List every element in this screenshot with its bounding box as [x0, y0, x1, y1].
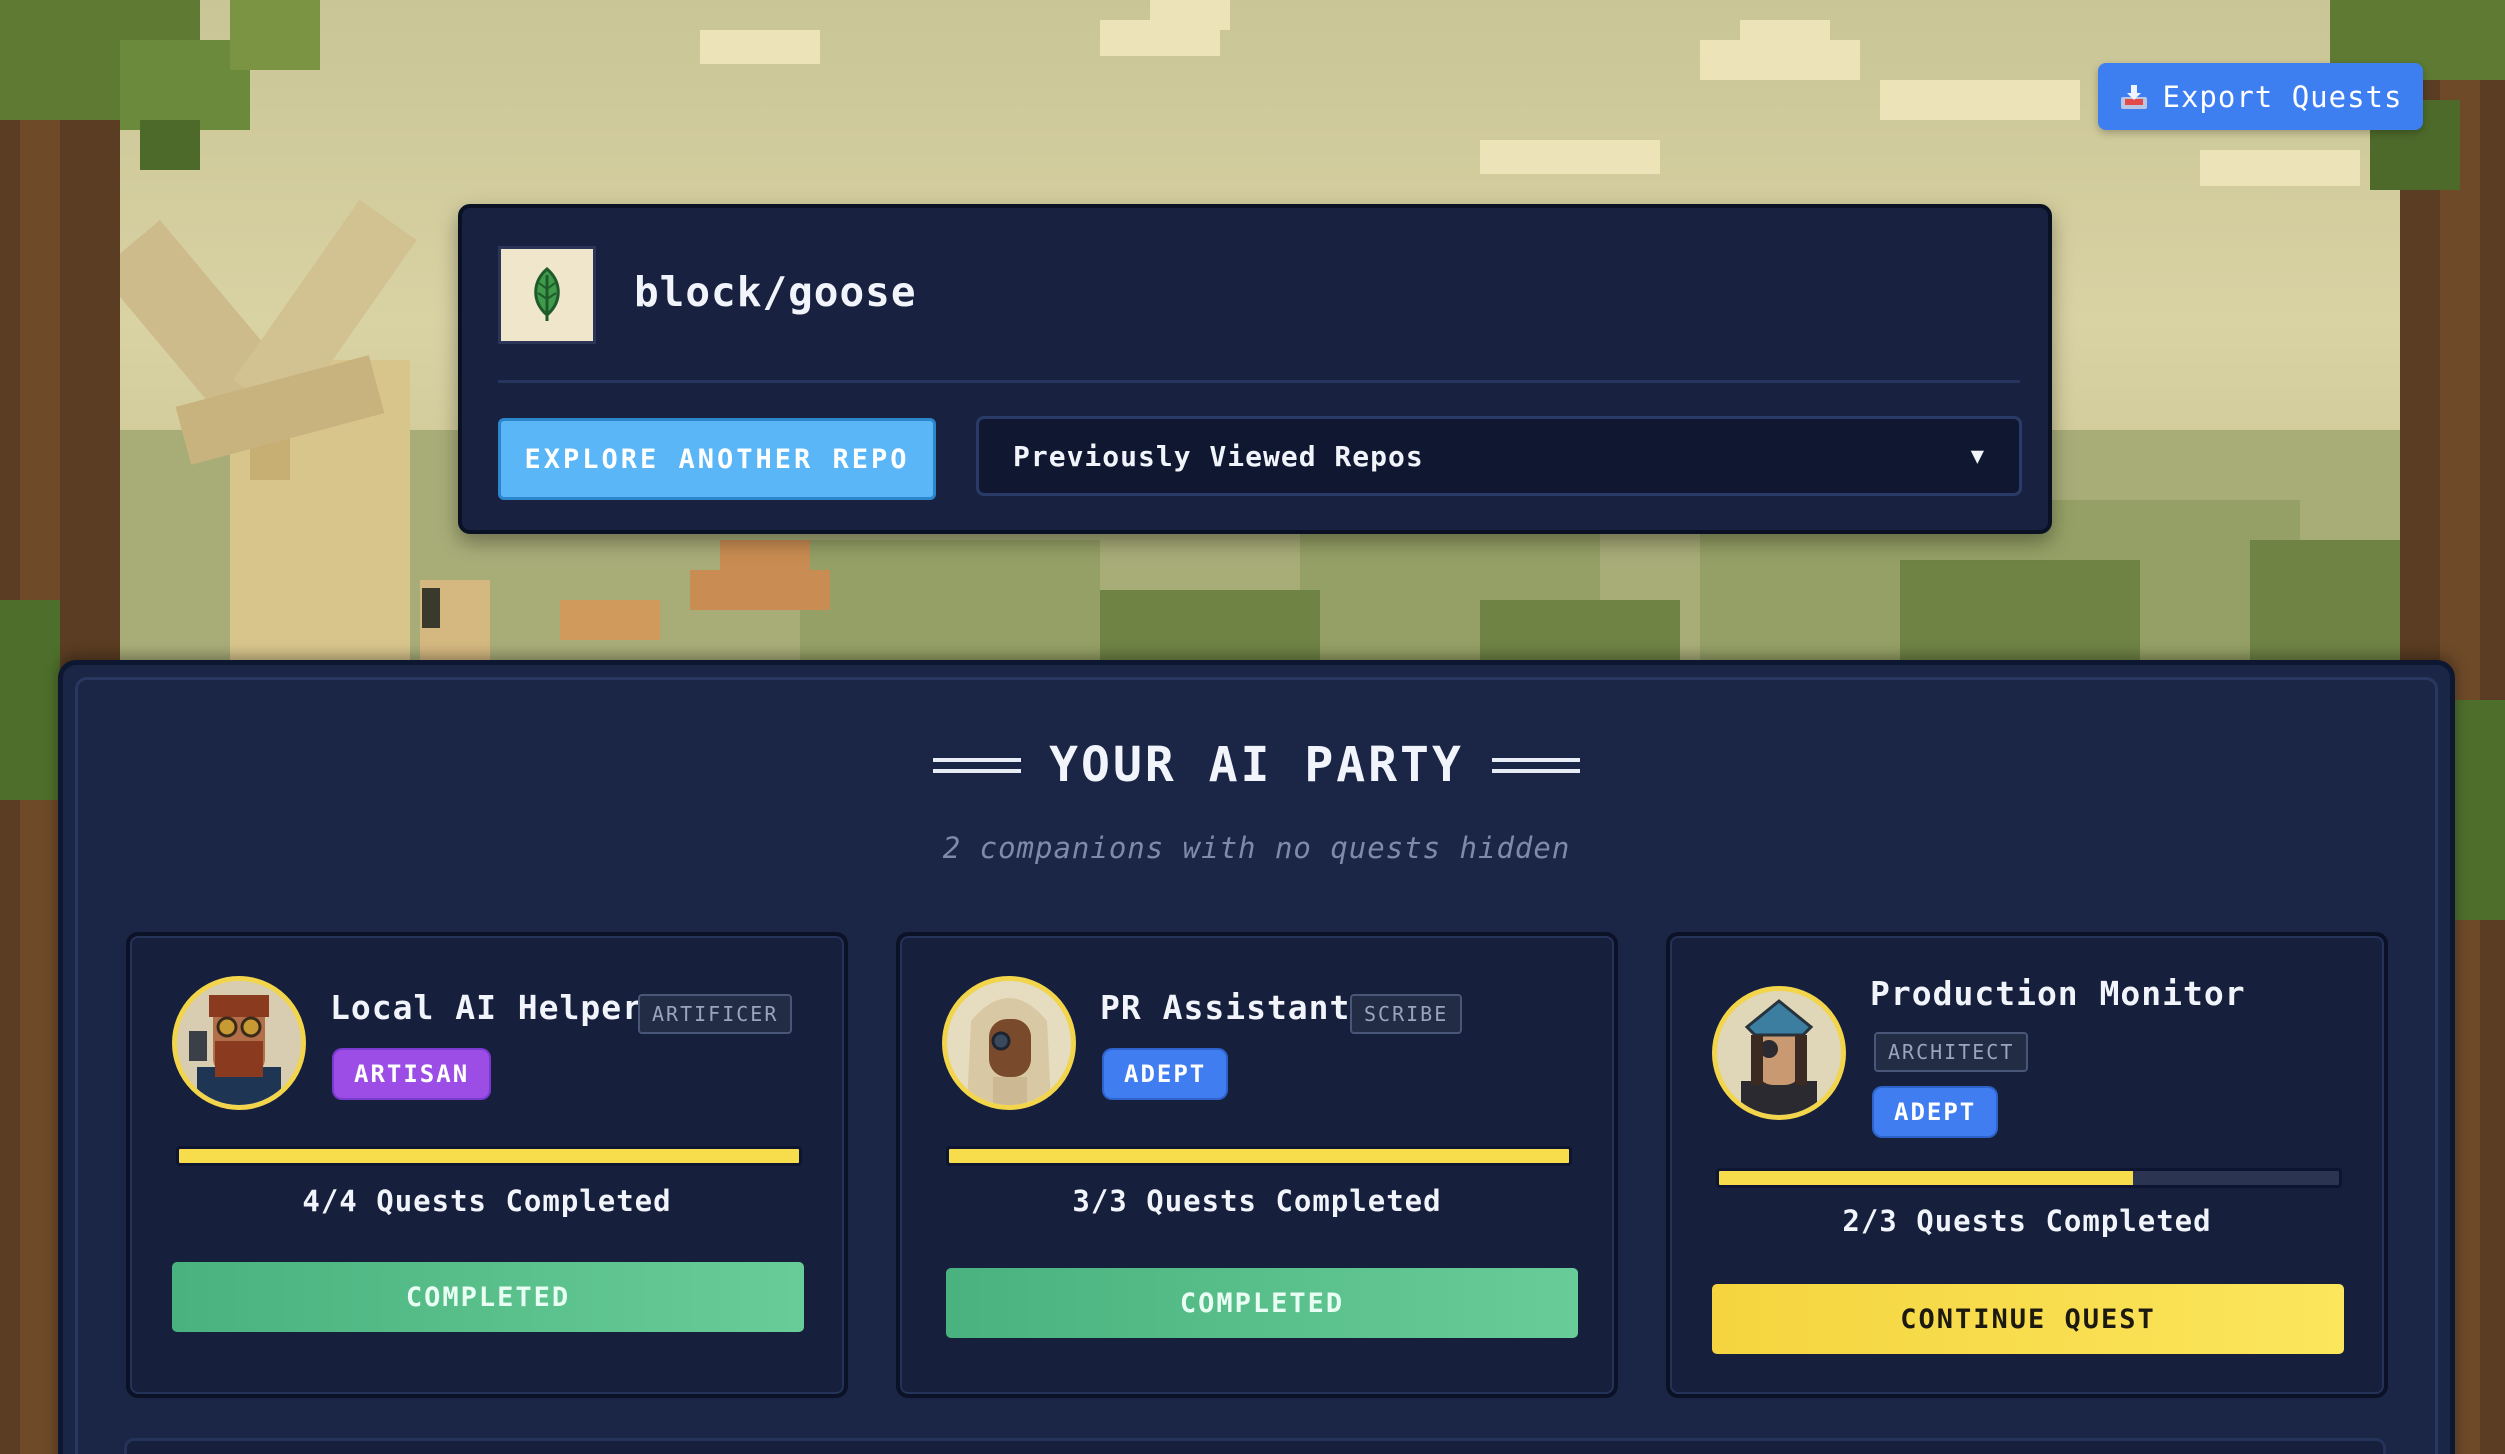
avatar [172, 976, 306, 1110]
quest-progress-bar [946, 1146, 1572, 1166]
next-section-edge [124, 1438, 2386, 1454]
companion-name: PR Assistant [1100, 988, 1351, 1027]
class-tag: SCRIBE [1350, 994, 1463, 1034]
quest-progress-fill [179, 1149, 799, 1163]
party-heading: YOUR AI PARTY [63, 737, 2450, 793]
repo-header-card: block/goose EXPLORE ANOTHER REPO Previou… [458, 204, 2052, 534]
companion-card: Local AI Helper ARTIFICER ARTISAN 4/4 Qu… [126, 932, 848, 1398]
rank-badge: ADEPT [1874, 1088, 1997, 1136]
quest-progress-bar [1716, 1168, 2342, 1188]
avatar [1712, 986, 1846, 1120]
leaf-icon [498, 246, 596, 344]
quest-progress-text: 4/4 Quests Completed [302, 1184, 672, 1218]
heading-decoration-left [933, 757, 1022, 773]
export-quests-label: Export Quests [2162, 79, 2403, 114]
chevron-down-icon: ▼ [1970, 443, 1985, 469]
inbox-tray-icon [2119, 83, 2149, 111]
companion-name: Production Monitor [1870, 974, 2246, 1013]
companion-card: Production Monitor ARCHITECT ADEPT 2/3 Q… [1666, 932, 2388, 1398]
quest-progress-bar [176, 1146, 802, 1166]
heading-decoration-right [1491, 757, 1580, 773]
export-quests-button[interactable]: Export Quests [2098, 63, 2423, 130]
rank-badge: ARTISAN [334, 1050, 490, 1098]
previously-viewed-repos-label: Previously Viewed Repos [1013, 439, 1424, 473]
rank-badge: ADEPT [1104, 1050, 1227, 1098]
quest-progress-text: 3/3 Quests Completed [1072, 1184, 1442, 1218]
explore-another-repo-button[interactable]: EXPLORE ANOTHER REPO [498, 418, 936, 500]
avatar [942, 976, 1076, 1110]
completed-button[interactable]: COMPLETED [946, 1268, 1578, 1338]
quest-progress-text: 2/3 Quests Completed [1842, 1204, 2212, 1238]
class-tag: ARCHITECT [1874, 1032, 2029, 1072]
continue-quest-button[interactable]: CONTINUE QUEST [1712, 1284, 2344, 1354]
party-subtitle: 2 companions with no quests hidden [942, 831, 1571, 865]
divider [498, 380, 2020, 383]
quest-progress-fill [1719, 1171, 2133, 1185]
quest-progress-fill [949, 1149, 1569, 1163]
completed-button[interactable]: COMPLETED [172, 1262, 804, 1332]
companion-name: Local AI Helper [330, 988, 644, 1027]
class-tag: ARTIFICER [638, 994, 793, 1034]
previously-viewed-repos-select[interactable]: Previously Viewed Repos ▼ [976, 416, 2022, 496]
party-title: YOUR AI PARTY [1049, 737, 1464, 793]
repo-name: block/goose [634, 268, 917, 316]
companion-card: PR Assistant SCRIBE ADEPT 3/3 Quests Com… [896, 932, 1618, 1398]
